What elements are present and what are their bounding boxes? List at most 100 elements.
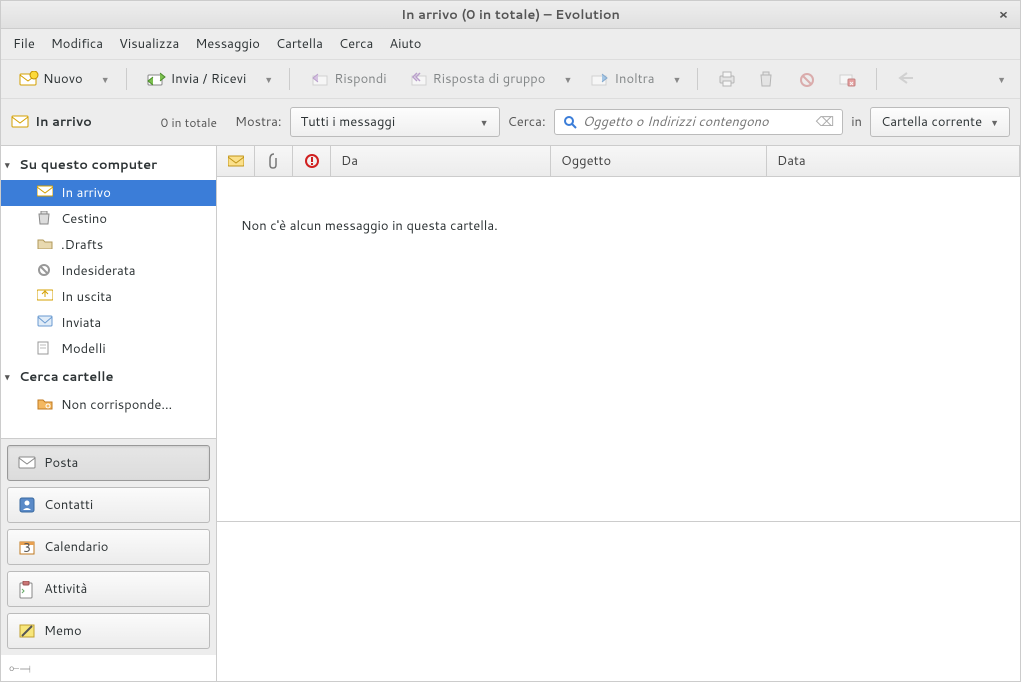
attachment-icon: [268, 153, 280, 169]
show-filter-value: Tutti i messaggi: [301, 113, 396, 131]
junk-button[interactable]: [790, 67, 824, 91]
column-from[interactable]: Da: [331, 146, 551, 176]
menu-folder[interactable]: Cartella: [276, 35, 323, 53]
new-label: Nuovo: [43, 70, 83, 88]
close-icon[interactable]: ×: [999, 6, 1008, 24]
reply-all-dropdown-icon[interactable]: ▼: [559, 73, 576, 86]
menu-file[interactable]: File: [13, 35, 35, 53]
switcher-tasks[interactable]: Attività: [7, 571, 210, 607]
send-receive-dropdown-icon[interactable]: ▼: [260, 73, 277, 86]
separator: [876, 68, 877, 90]
search-scope-value: Cartella corrente: [881, 113, 982, 131]
tree-item-sent[interactable]: Inviata: [1, 310, 216, 336]
new-button[interactable]: Nuovo: [11, 66, 91, 92]
tree-group-local[interactable]: Su questo computer: [1, 150, 216, 180]
current-folder-label: In arrivo: [11, 113, 92, 131]
reply-all-button[interactable]: Risposta di gruppo: [401, 66, 554, 92]
forward-dropdown-icon[interactable]: ▼: [669, 73, 686, 86]
document-icon: [37, 341, 55, 357]
current-folder-name: In arrivo: [35, 113, 92, 131]
show-filter-combo[interactable]: Tutti i messaggi ▼: [290, 107, 500, 137]
preview-pane: [217, 521, 1020, 681]
tree-item-label: In uscita: [61, 288, 112, 306]
menubar: File Modifica Visualizza Messaggio Carte…: [1, 29, 1020, 60]
tree-item-label: Cestino: [61, 210, 107, 228]
menu-edit[interactable]: Modifica: [51, 35, 103, 53]
forward-label: Inoltra: [614, 70, 654, 88]
svg-text:3: 3: [23, 539, 31, 555]
empty-message-text: Non c'è alcun messaggio in questa cartel…: [241, 217, 498, 235]
reply-label: Rispondi: [334, 70, 386, 88]
inbox-icon: [37, 185, 55, 201]
search-field[interactable]: ⌫: [554, 109, 844, 135]
reply-button[interactable]: Rispondi: [302, 66, 394, 92]
menu-message[interactable]: Messaggio: [195, 35, 260, 53]
tree-item-label: In arrivo: [61, 184, 111, 202]
send-receive-button[interactable]: Invia / Ricevi: [139, 66, 255, 92]
tree-item-label: Non corrisponde…: [61, 396, 172, 414]
mail-new-icon: [19, 71, 37, 87]
junk-icon: [37, 263, 55, 279]
main-panel: Da Oggetto Data Non c'è alcun messaggio …: [217, 146, 1020, 681]
search-scope-combo[interactable]: Cartella corrente ▼: [870, 107, 1010, 137]
search-in-label: in: [851, 113, 862, 131]
separator: [289, 68, 290, 90]
column-date[interactable]: Data: [767, 146, 1020, 176]
switcher-label: Contatti: [44, 496, 93, 514]
show-label: Mostra:: [235, 113, 282, 131]
tree-item-label: Inviata: [61, 314, 101, 332]
reply-all-icon: [409, 71, 427, 87]
message-count: 0 in totale: [161, 114, 217, 131]
switcher-contacts[interactable]: Contatti: [7, 487, 210, 523]
switcher-calendar[interactable]: 3 Calendario: [7, 529, 210, 565]
envelope-icon: [228, 155, 244, 167]
switcher-label: Memo: [44, 622, 82, 640]
print-button[interactable]: [710, 67, 744, 91]
important-icon: [305, 154, 319, 168]
folder-icon: [37, 237, 55, 253]
tree-item-drafts[interactable]: .Drafts: [1, 232, 216, 258]
switcher-memos[interactable]: Memo: [7, 613, 210, 649]
new-dropdown-icon[interactable]: ▼: [97, 73, 114, 86]
column-flag[interactable]: [293, 146, 331, 176]
toolbar: Nuovo ▼ Invia / Ricevi ▼ Rispondi Rispos…: [1, 60, 1020, 99]
tree-item-junk[interactable]: Indesiderata: [1, 258, 216, 284]
clear-search-icon[interactable]: ⌫: [816, 113, 834, 131]
memo-icon: [18, 623, 36, 639]
tree-item-label: Indesiderata: [61, 262, 136, 280]
tree-item-outbox[interactable]: In uscita: [1, 284, 216, 310]
switcher-label: Posta: [44, 454, 78, 472]
column-subject[interactable]: Oggetto: [551, 146, 767, 176]
menu-help[interactable]: Aiuto: [389, 35, 421, 53]
forward-button[interactable]: Inoltra: [582, 66, 662, 92]
tree-item-unmatched[interactable]: Non corrisponde…: [1, 392, 216, 418]
send-receive-label: Invia / Ricevi: [171, 70, 247, 88]
outbox-icon: [37, 289, 55, 305]
back-dropdown-icon[interactable]: ▼: [993, 73, 1010, 86]
tree-item-templates[interactable]: Modelli: [1, 336, 216, 362]
menu-search[interactable]: Cerca: [339, 35, 373, 53]
reply-all-label: Risposta di gruppo: [433, 70, 546, 88]
back-button[interactable]: [889, 67, 923, 91]
switcher-label: Calendario: [44, 538, 108, 556]
search-input[interactable]: [583, 113, 810, 131]
column-attachment[interactable]: [255, 146, 293, 176]
menu-view[interactable]: Visualizza: [119, 35, 179, 53]
not-junk-button[interactable]: [830, 67, 864, 91]
component-switcher: Posta Contatti 3 Calendario Attività Mem…: [1, 438, 216, 655]
tasks-icon: [18, 581, 36, 597]
switcher-mail[interactable]: Posta: [7, 445, 210, 481]
contacts-icon: [18, 497, 36, 513]
forward-icon: [590, 71, 608, 87]
window-title: In arrivo (0 in totale) – Evolution: [401, 6, 620, 24]
tree-item-label: .Drafts: [61, 236, 103, 254]
message-list-header: Da Oggetto Data: [217, 146, 1020, 177]
tree-group-search[interactable]: Cerca cartelle: [1, 362, 216, 392]
delete-button[interactable]: [750, 67, 784, 91]
separator: [126, 68, 127, 90]
calendar-icon: 3: [18, 539, 36, 555]
titlebar: In arrivo (0 in totale) – Evolution ×: [1, 1, 1020, 29]
tree-item-inbox[interactable]: In arrivo: [1, 180, 216, 206]
tree-item-trash[interactable]: Cestino: [1, 206, 216, 232]
column-status[interactable]: [217, 146, 255, 176]
